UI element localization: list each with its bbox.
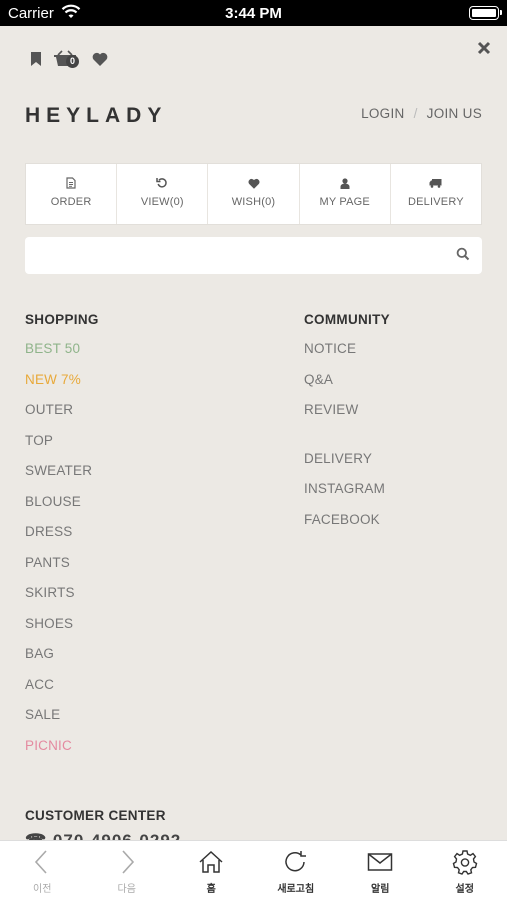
top-icon-row: 0 xyxy=(30,49,120,69)
document-icon xyxy=(66,177,76,189)
clock: 3:44 PM xyxy=(225,5,282,22)
quick-menu-label: MY PAGE xyxy=(319,196,370,208)
bookmark-icon[interactable] xyxy=(30,52,42,66)
tab-label: 설정 xyxy=(455,884,474,895)
home-icon xyxy=(199,850,223,873)
tab-back[interactable]: 이전 xyxy=(0,841,85,900)
tab-label: 다음 xyxy=(117,884,136,895)
refresh-icon xyxy=(156,178,168,188)
tab-label: 이전 xyxy=(33,884,52,895)
category-pants[interactable]: PANTS xyxy=(25,555,99,586)
cart-count-badge: 0 xyxy=(66,55,79,68)
tab-notification[interactable]: 알림 xyxy=(338,841,423,900)
category-top[interactable]: TOP xyxy=(25,433,99,464)
quick-menu: ORDER VIEW(0) WISH(0) MY PAGE DELIVERY xyxy=(25,163,482,225)
quick-menu-label: VIEW(0) xyxy=(140,196,184,208)
cart-button[interactable]: 0 xyxy=(54,50,80,68)
category-dress[interactable]: DRESS xyxy=(25,524,99,555)
login-link[interactable]: LOGIN xyxy=(361,106,405,121)
shopping-heading: SHOPPING xyxy=(25,312,99,327)
auth-links: LOGIN / JOIN US xyxy=(361,106,482,121)
community-facebook[interactable]: FACEBOOK xyxy=(304,512,390,543)
heart-icon[interactable] xyxy=(92,52,108,66)
gear-icon xyxy=(452,850,478,875)
auth-separator: / xyxy=(413,106,418,121)
tab-home[interactable]: 홈 xyxy=(169,841,254,900)
community-qna[interactable]: Q&A xyxy=(304,372,390,403)
community-review[interactable]: REVIEW xyxy=(304,402,390,433)
tab-refresh[interactable]: 새로고침 xyxy=(254,841,339,900)
community-heading: COMMUNITY xyxy=(304,312,390,327)
search-icon[interactable] xyxy=(456,247,470,261)
chevron-left-icon xyxy=(35,850,47,874)
brand-logo[interactable]: HEYLADY xyxy=(25,104,167,128)
category-shoes[interactable]: SHOES xyxy=(25,616,99,647)
status-bar: Carrier 3:44 PM xyxy=(0,0,507,26)
tab-settings[interactable]: 설정 xyxy=(423,841,507,900)
quick-menu-label: WISH(0) xyxy=(231,196,276,208)
community-delivery[interactable]: DELIVERY xyxy=(304,451,390,482)
search-input[interactable] xyxy=(25,237,482,274)
quick-menu-order[interactable]: ORDER xyxy=(26,164,118,224)
customer-center-heading: CUSTOMER CENTER xyxy=(25,808,166,823)
quick-menu-label: DELIVERY xyxy=(408,196,464,208)
community-notice[interactable]: NOTICE xyxy=(304,341,390,372)
community-menu: COMMUNITY NOTICE Q&A REVIEW DELIVERY INS… xyxy=(304,312,390,542)
category-bag[interactable]: BAG xyxy=(25,646,99,677)
tab-forward[interactable]: 다음 xyxy=(85,841,170,900)
tab-label: 홈 xyxy=(206,884,216,895)
person-icon xyxy=(340,177,350,189)
quick-menu-mypage[interactable]: MY PAGE xyxy=(300,164,391,224)
bottom-tab-bar: 이전 다음 홈 새로고침 알림 설정 xyxy=(0,840,507,900)
tab-label: 새로고침 xyxy=(277,884,315,895)
category-best-50[interactable]: BEST 50 xyxy=(25,341,99,372)
category-skirts[interactable]: SKIRTS xyxy=(25,585,99,616)
truck-icon xyxy=(429,179,442,188)
quick-menu-label: ORDER xyxy=(50,196,92,208)
category-sale[interactable]: SALE xyxy=(25,707,99,738)
quick-menu-delivery[interactable]: DELIVERY xyxy=(391,164,481,224)
quick-menu-view[interactable]: VIEW(0) xyxy=(117,164,209,224)
close-button[interactable] xyxy=(475,41,493,59)
category-picnic[interactable]: PICNIC xyxy=(25,738,99,769)
chevron-right-icon xyxy=(122,850,134,874)
category-acc[interactable]: ACC xyxy=(25,677,99,708)
tab-label: 알림 xyxy=(371,884,390,895)
mail-icon xyxy=(368,853,393,871)
battery-icon xyxy=(469,6,502,20)
category-new[interactable]: NEW 7% xyxy=(25,372,99,403)
category-blouse[interactable]: BLOUSE xyxy=(25,494,99,525)
heart-icon xyxy=(247,178,260,189)
category-outer[interactable]: OUTER xyxy=(25,402,99,433)
community-instagram[interactable]: INSTAGRAM xyxy=(304,481,390,512)
category-sweater[interactable]: SWEATER xyxy=(25,463,99,494)
close-icon xyxy=(477,41,491,55)
join-link[interactable]: JOIN US xyxy=(427,106,482,121)
shopping-menu: SHOPPING BEST 50 NEW 7% OUTER TOP SWEATE… xyxy=(25,312,99,768)
quick-menu-wish[interactable]: WISH(0) xyxy=(208,164,300,224)
refresh-icon xyxy=(285,851,306,872)
